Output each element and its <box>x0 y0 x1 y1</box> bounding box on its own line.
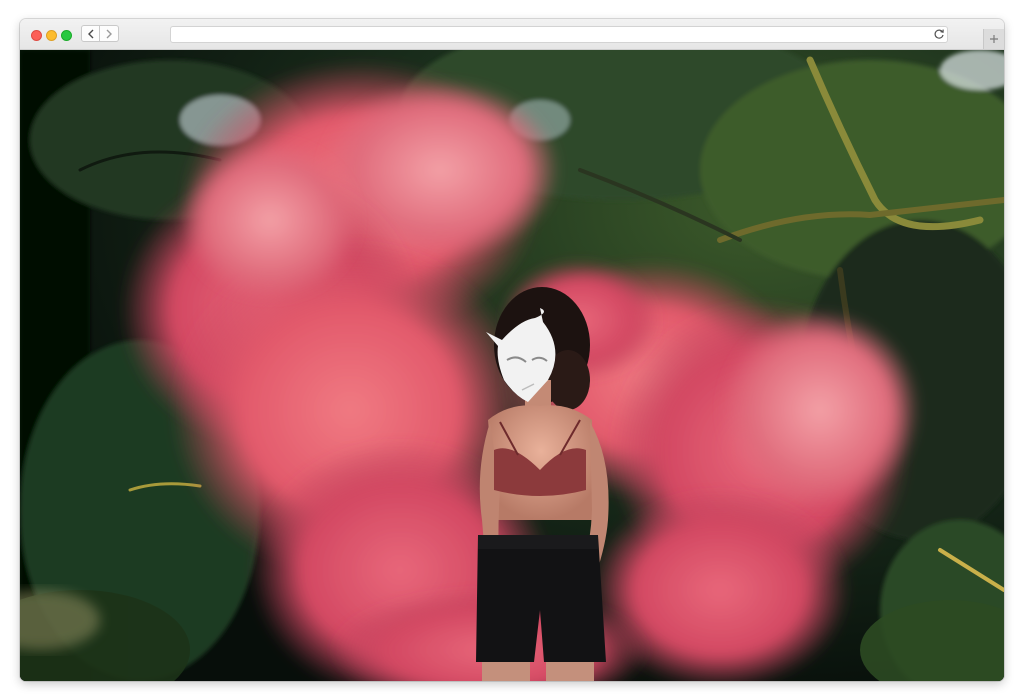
minimize-window-icon[interactable] <box>46 30 57 41</box>
hero-photo <box>20 50 1004 681</box>
chevron-right-icon <box>106 29 112 38</box>
forward-button[interactable] <box>100 25 119 42</box>
close-window-icon[interactable] <box>31 30 42 41</box>
browser-toolbar <box>20 19 1004 50</box>
plus-icon <box>990 35 998 43</box>
chevron-left-icon <box>87 29 93 38</box>
page-content <box>20 50 1004 681</box>
reload-icon[interactable] <box>933 28 945 40</box>
address-bar[interactable] <box>170 26 948 43</box>
woman-figure <box>476 287 609 681</box>
browser-window <box>20 19 1004 681</box>
navigation-buttons <box>81 25 121 43</box>
back-button[interactable] <box>81 25 100 42</box>
new-tab-button[interactable] <box>983 29 1004 49</box>
zoom-window-icon[interactable] <box>61 30 72 41</box>
